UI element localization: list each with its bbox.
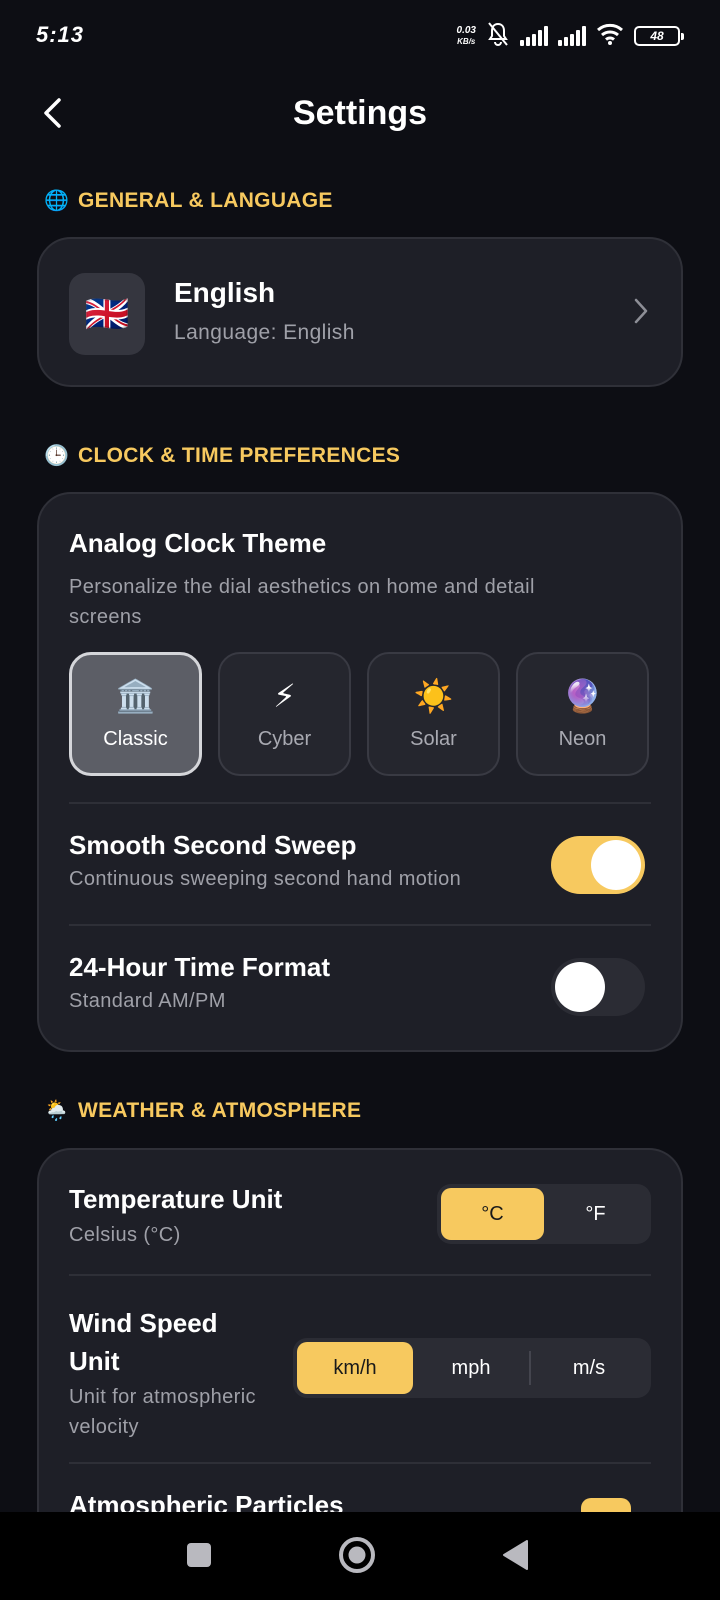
network-speed-value: 0.03 [456,25,476,36]
theme-cyber[interactable]: ⚡ Cyber [218,652,351,776]
theme-label: Neon [558,727,607,750]
section-label-clock: CLOCK & TIME PREFERENCES [78,443,401,467]
uk-flag-icon: 🇬🇧 [84,293,130,334]
wind-option-mph[interactable]: mph [413,1342,529,1394]
smooth-sweep-toggle[interactable] [551,836,645,894]
divider [69,802,651,804]
section-header-general: 🌐 GENERAL & LANGUAGE [44,188,333,213]
theme-label: Cyber [257,727,312,750]
language-subtitle: Language: English [174,321,355,344]
signal-2-icon [558,26,586,46]
battery-icon: 48 [634,26,684,46]
theme-classic[interactable]: 🏛️ Classic [69,652,202,776]
section-header-weather: 🌦️ WEATHER & ATMOSPHERE [44,1098,361,1123]
crystal-ball-icon: 🔮 [562,677,603,714]
time-format-subtitle: Standard AM/PM [69,990,226,1012]
clock-theme-subtitle: Personalize the dial aesthetics on home … [69,572,535,632]
wind-speed-unit-selector: km/h mph m/s [293,1338,651,1398]
toggle-knob [555,962,605,1012]
section-label-general: GENERAL & LANGUAGE [78,188,333,212]
flag-box: 🇬🇧 [69,273,145,355]
smooth-sweep-subtitle: Continuous sweeping second hand motion [69,868,462,890]
wind-speed-subtitle-line1: Unit for atmospheric [69,1386,256,1408]
theme-solar[interactable]: ☀️ Solar [367,652,500,776]
header: Settings [0,82,720,148]
temperature-unit-selector: °C °F [437,1184,651,1244]
status-time: 5:13 [36,22,85,47]
status-icons: 0.03 KB/s 48 [457,21,684,52]
divider [69,1462,651,1464]
language-card[interactable]: 🇬🇧 English Language: English [37,237,683,387]
clock-theme-subtitle-line2: screens [69,606,142,628]
theme-label: Classic [103,727,168,750]
divider [69,1274,651,1276]
status-bar: 5:13 0.03 KB/s 48 [0,0,720,72]
wind-speed-subtitle-line2: velocity [69,1416,139,1438]
square-icon [186,1542,212,1573]
clock-theme-title: Analog Clock Theme [69,528,327,558]
network-speed-unit: KB/s [457,37,476,46]
temperature-unit-title: Temperature Unit [69,1184,283,1214]
divider [69,924,651,926]
sun-icon: ☀️ [413,677,454,714]
clock-theme-subtitle-line1: Personalize the dial aesthetics on home … [69,576,535,598]
home-circle-icon [338,1536,376,1579]
temp-option-fahrenheit[interactable]: °F [544,1188,647,1240]
signal-1-icon [520,26,548,46]
weather-icon: 🌦️ [44,1100,70,1122]
network-speed: 0.03 KB/s [457,25,476,47]
wind-speed-title-line2: Unit [69,1346,120,1376]
triangle-back-icon [501,1539,529,1576]
wind-speed-unit-title: Wind Speed Unit [69,1304,218,1380]
lightning-icon: ⚡ [273,677,296,714]
theme-neon[interactable]: 🔮 Neon [516,652,649,776]
classical-building-icon: 🏛️ [115,677,156,714]
section-header-clock: 🕒 CLOCK & TIME PREFERENCES [44,443,400,468]
temperature-unit-subtitle: Celsius (°C) [69,1224,181,1246]
weather-card: Temperature Unit Celsius (°C) °C °F Wind… [37,1148,683,1568]
bell-muted-icon [486,21,510,52]
back-nav-button[interactable] [492,1534,538,1580]
section-label-weather: WEATHER & ATMOSPHERE [78,1098,362,1122]
language-title: English [174,277,276,308]
clock-card: Analog Clock Theme Personalize the dial … [37,492,683,1052]
recents-button[interactable] [176,1534,222,1580]
globe-icon: 🌐 [44,190,70,212]
time-format-title: 24-Hour Time Format [69,952,331,982]
temp-option-celsius[interactable]: °C [441,1188,544,1240]
theme-selector: 🏛️ Classic ⚡ Cyber ☀️ Solar 🔮 Neon [69,652,651,776]
navigation-bar [0,1512,720,1600]
wind-speed-unit-subtitle: Unit for atmospheric velocity [69,1382,256,1442]
toggle-knob [591,840,641,890]
wind-option-ms[interactable]: m/s [531,1342,647,1394]
clock-icon: 🕒 [44,445,70,467]
wind-option-kmh[interactable]: km/h [297,1342,413,1394]
smooth-sweep-title: Smooth Second Sweep [69,830,357,860]
battery-level: 48 [650,29,664,43]
chevron-right-icon [633,297,649,330]
page-title: Settings [292,94,428,132]
wifi-icon [596,23,624,50]
home-button[interactable] [334,1534,380,1580]
wind-speed-title-line1: Wind Speed [69,1308,218,1338]
time-format-toggle[interactable] [551,958,645,1016]
theme-label: Solar [410,727,457,750]
